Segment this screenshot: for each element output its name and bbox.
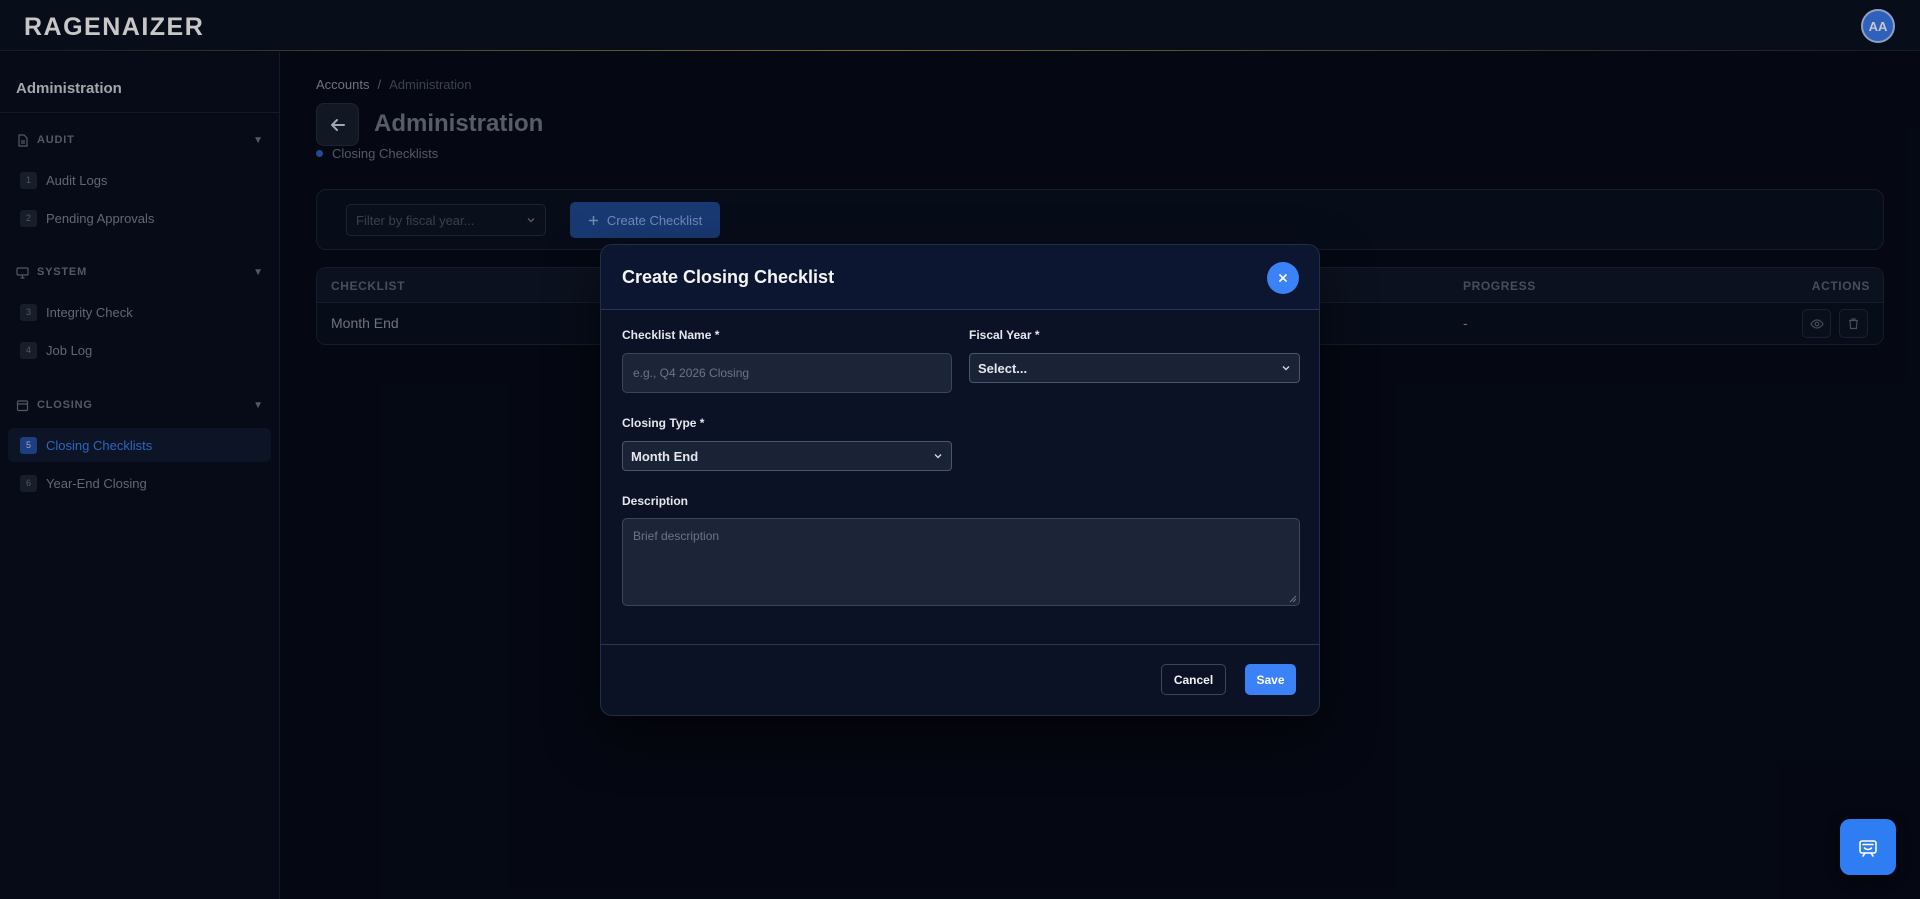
fiscal-year-label: Fiscal Year * <box>969 328 1040 342</box>
chevron-down-icon <box>1282 366 1290 371</box>
closing-type-label: Closing Type * <box>622 416 705 430</box>
modal-footer-divider <box>601 644 1319 645</box>
description-label: Description <box>622 494 689 508</box>
modal-title: Create Closing Checklist <box>622 267 835 287</box>
closing-type-select[interactable]: Month End <box>622 441 952 471</box>
close-icon <box>1279 274 1287 282</box>
chevron-down-icon <box>934 454 942 459</box>
assistant-button[interactable] <box>1840 819 1896 875</box>
close-button[interactable] <box>1267 262 1299 294</box>
resize-grip-icon[interactable] <box>1289 595 1297 603</box>
fiscal-year-value: Select... <box>978 360 1028 376</box>
create-closing-checklist-dialog: Create Closing Checklist Checklist Name … <box>600 244 1320 716</box>
checklist-name-placeholder: e.g., Q4 2026 Closing <box>633 366 750 380</box>
description-textarea[interactable]: Brief description <box>622 518 1300 606</box>
modal-header: Create Closing Checklist <box>601 245 1319 310</box>
description-placeholder: Brief description <box>633 529 720 543</box>
fiscal-year-select[interactable]: Select... <box>969 353 1300 383</box>
save-button[interactable]: Save <box>1245 664 1296 695</box>
cancel-button[interactable]: Cancel <box>1161 664 1226 695</box>
closing-type-value: Month End <box>631 448 699 464</box>
checklist-name-input[interactable]: e.g., Q4 2026 Closing <box>622 353 952 393</box>
checklist-name-label: Checklist Name * <box>622 328 720 342</box>
chat-bot-icon <box>1859 840 1877 857</box>
